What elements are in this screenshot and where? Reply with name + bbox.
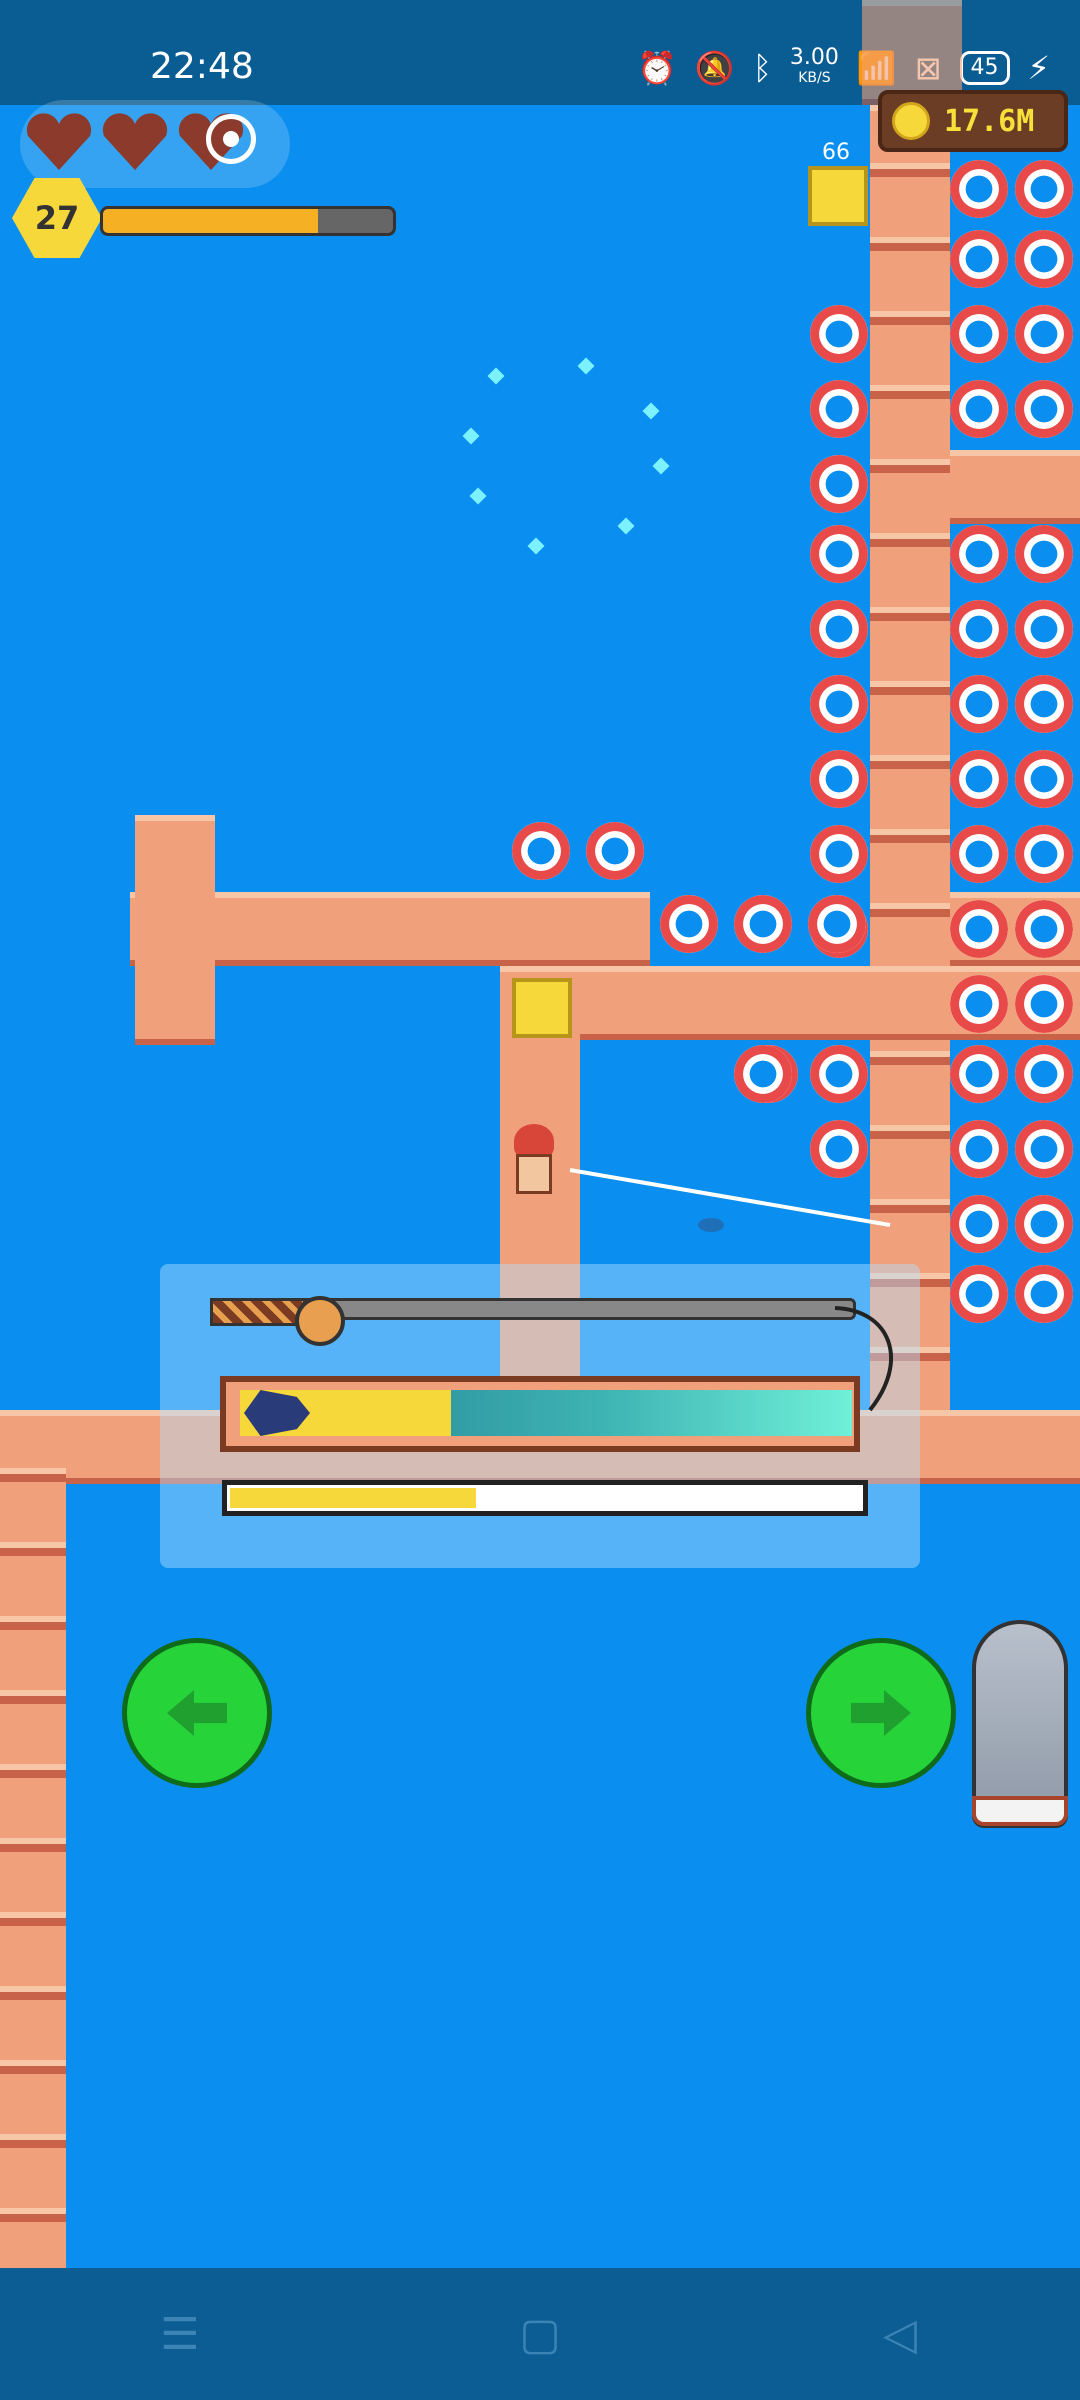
life-ring xyxy=(1015,230,1073,288)
life-ring xyxy=(950,1045,1008,1103)
life-ring xyxy=(950,1195,1008,1253)
life-ring xyxy=(810,675,868,733)
heart-icon xyxy=(102,112,168,170)
life-ring xyxy=(1015,380,1073,438)
player-character xyxy=(502,1124,566,1200)
sparkle xyxy=(487,367,505,385)
life-ring xyxy=(810,825,868,883)
life-ring xyxy=(1015,160,1073,218)
life-ring xyxy=(810,525,868,583)
life-ring xyxy=(950,750,1008,808)
life-ring xyxy=(734,1045,792,1103)
home-icon[interactable]: ▢ xyxy=(480,2309,600,2360)
dock-vertical-left xyxy=(0,1410,66,2400)
life-ring xyxy=(810,305,868,363)
tension-fill xyxy=(230,1488,476,1508)
life-ring xyxy=(1015,900,1073,958)
system-nav-bar: ☰ ▢ ◁ xyxy=(0,2268,1080,2400)
coin-counter[interactable]: 17.6M xyxy=(878,90,1068,152)
sparkle xyxy=(652,457,670,475)
life-ring xyxy=(950,160,1008,218)
life-ring xyxy=(950,675,1008,733)
alarm-icon: ⏰ xyxy=(637,49,677,87)
status-icons: ⏰ 🔕 ᛒ 3.00 KB/S 📶 ⊠ 45 ⚡ xyxy=(637,45,1050,88)
battery-icon: 45 xyxy=(959,51,1010,85)
hearts-panel xyxy=(20,100,290,188)
life-ring xyxy=(950,1120,1008,1178)
life-ring xyxy=(1015,825,1073,883)
life-ring xyxy=(1015,600,1073,658)
life-ring xyxy=(1015,1045,1073,1103)
clock: 22:48 xyxy=(150,46,254,87)
life-ring xyxy=(950,525,1008,583)
target-dot xyxy=(223,131,239,147)
life-ring xyxy=(950,600,1008,658)
sparkle xyxy=(577,357,595,375)
life-ring xyxy=(950,380,1008,438)
sparkle xyxy=(642,402,660,420)
life-ring xyxy=(512,822,570,880)
fishing-line xyxy=(569,1168,891,1227)
shadow-fish-icon xyxy=(698,1218,724,1232)
life-ring xyxy=(810,380,868,438)
life-ring xyxy=(950,230,1008,288)
sparkle xyxy=(462,427,480,445)
right-arrow-icon xyxy=(851,1690,911,1736)
character-head xyxy=(514,1124,554,1158)
menu-icon[interactable]: ☰ xyxy=(120,2309,240,2360)
mute-icon: 🔕 xyxy=(694,49,735,87)
net-speed-value: 3.00 xyxy=(789,45,839,70)
life-ring xyxy=(1015,525,1073,583)
net-speed-unit: KB/S xyxy=(798,70,831,86)
fishing-spot-sparkles xyxy=(460,350,670,560)
life-ring xyxy=(810,600,868,658)
move-right-button[interactable] xyxy=(806,1638,956,1788)
sparkle xyxy=(469,487,487,505)
chest-count: 66 xyxy=(822,140,850,165)
life-ring xyxy=(1015,975,1073,1033)
sparkle xyxy=(617,517,635,535)
life-ring xyxy=(586,822,644,880)
life-ring xyxy=(734,895,792,953)
xp-bar xyxy=(100,206,396,236)
dock-left-cross xyxy=(135,815,215,1045)
life-ring xyxy=(950,900,1008,958)
life-ring xyxy=(810,455,868,513)
coin-value: 17.6M xyxy=(944,103,1035,139)
life-ring xyxy=(810,750,868,808)
life-ring xyxy=(1015,305,1073,363)
life-ring xyxy=(1015,750,1073,808)
character-body xyxy=(516,1154,552,1194)
charging-icon: ⚡ xyxy=(1027,49,1050,87)
rod-reel xyxy=(295,1296,345,1346)
sparkle xyxy=(527,537,545,555)
left-arrow-icon xyxy=(167,1690,227,1736)
life-ring xyxy=(1015,1120,1073,1178)
life-ring xyxy=(950,975,1008,1033)
life-ring xyxy=(1015,1195,1073,1253)
life-ring xyxy=(810,1045,868,1103)
life-ring xyxy=(808,895,866,953)
treasure-chest[interactable] xyxy=(808,166,868,226)
target-icon[interactable] xyxy=(206,114,256,164)
heart-icon xyxy=(26,112,92,170)
boat-hull xyxy=(972,1796,1068,1826)
net-speed: 3.00 KB/S xyxy=(789,45,839,88)
life-ring xyxy=(950,305,1008,363)
xp-fill xyxy=(103,209,318,233)
life-ring xyxy=(1015,1265,1073,1323)
rod-handle xyxy=(210,1298,306,1326)
life-ring xyxy=(950,825,1008,883)
battery-level: 45 xyxy=(970,55,999,80)
treasure-chest[interactable] xyxy=(512,978,572,1038)
life-ring xyxy=(660,895,718,953)
coin-icon xyxy=(892,102,930,140)
bluetooth-icon: ᛒ xyxy=(752,49,772,87)
back-icon[interactable]: ◁ xyxy=(840,2309,960,2360)
life-ring xyxy=(1015,675,1073,733)
life-ring xyxy=(950,1265,1008,1323)
move-left-button[interactable] xyxy=(122,1638,272,1788)
